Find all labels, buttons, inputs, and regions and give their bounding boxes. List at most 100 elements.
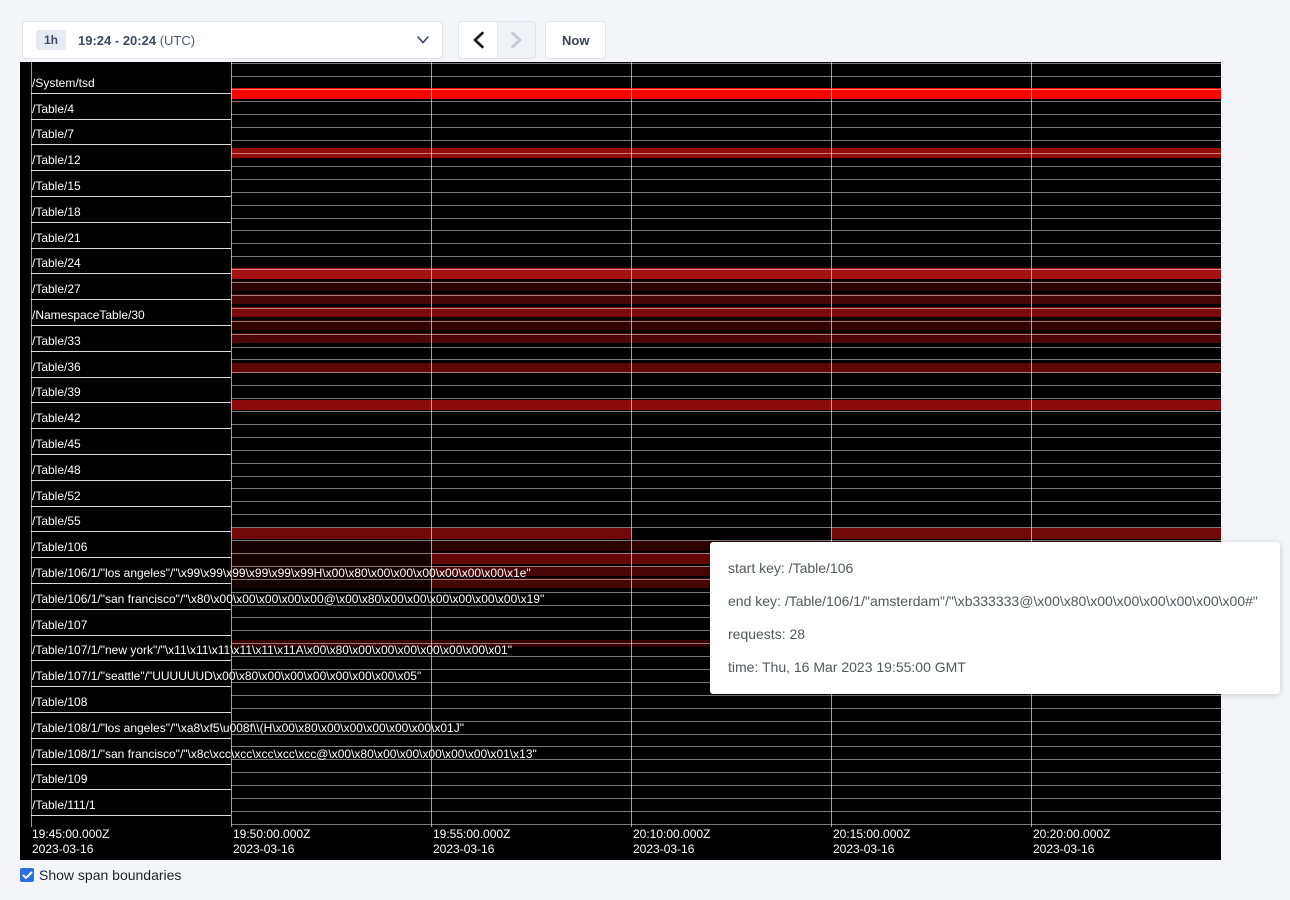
row-label-text: /Table/39 bbox=[31, 386, 81, 402]
row-label: /Table/27 bbox=[31, 273, 231, 300]
row-label-text: /Table/42 bbox=[31, 412, 81, 428]
range-text: 19:24 - 20:24 (UTC) bbox=[78, 33, 195, 48]
row-label: /Table/36 bbox=[31, 351, 231, 378]
bucket-tooltip: start key: /Table/106 end key: /Table/10… bbox=[710, 542, 1280, 694]
span-boundary-line bbox=[231, 385, 1221, 386]
tick-time: 19:55:00.000Z bbox=[433, 827, 510, 842]
row-label-text: /Table/107 bbox=[31, 619, 87, 635]
span-boundary-line bbox=[231, 140, 1221, 141]
span-boundary-line bbox=[231, 824, 1221, 825]
row-label-text: /Table/106/1/"san francisco"/"\x80\x00\x… bbox=[31, 593, 544, 609]
span-boundary-line bbox=[231, 243, 1221, 244]
time-grid-line bbox=[1031, 62, 1032, 827]
tick-date: 2023-03-16 bbox=[32, 842, 109, 857]
now-button[interactable]: Now bbox=[545, 21, 606, 59]
row-label-text: /Table/107/1/"new york"/"\x11\x11\x11\x1… bbox=[31, 644, 512, 660]
tick-time: 20:10:00.000Z bbox=[633, 827, 710, 842]
span-boundary-line bbox=[231, 785, 1221, 786]
tick-date: 2023-03-16 bbox=[633, 842, 710, 857]
time-grid-line bbox=[631, 62, 632, 827]
row-label-text: /Table/108/1/"los angeles"/"\xa8\xf5\u00… bbox=[31, 722, 464, 738]
row-label-text: /Table/18 bbox=[31, 206, 81, 222]
span-boundary-line bbox=[231, 89, 1221, 90]
row-label-text: /Table/107/1/"seattle"/"UUUUUUD\x00\x80\… bbox=[31, 670, 421, 686]
row-label: /Table/24 bbox=[31, 248, 231, 275]
show-span-boundaries-label: Show span boundaries bbox=[39, 867, 181, 883]
x-axis-tick: 20:15:00.000Z2023-03-16 bbox=[833, 827, 910, 857]
row-label: /NamespaceTable/30 bbox=[31, 299, 231, 326]
row-label-text: /Table/55 bbox=[31, 515, 81, 531]
span-boundary-line bbox=[231, 695, 1221, 696]
row-label: /Table/107/1/"seattle"/"UUUUUUD\x00\x80\… bbox=[31, 660, 231, 687]
time-range-dropdown[interactable]: 1h 19:24 - 20:24 (UTC) bbox=[22, 21, 443, 59]
tick-date: 2023-03-16 bbox=[1033, 842, 1110, 857]
heat-band bbox=[231, 400, 1221, 410]
row-label-text: /Table/52 bbox=[31, 490, 81, 506]
row-label: /Table/106/1/"san francisco"/"\x80\x00\x… bbox=[31, 583, 231, 610]
row-label-text: /Table/109 bbox=[31, 773, 87, 789]
chevron-down-icon bbox=[417, 36, 429, 44]
row-label-text: /Table/15 bbox=[31, 180, 81, 196]
span-boundary-line bbox=[231, 76, 1221, 77]
span-boundary-line bbox=[231, 347, 1221, 348]
row-label: /Table/7 bbox=[31, 119, 231, 146]
row-label-text: /Table/108/1/"san francisco"/"\x8c\xcc\x… bbox=[31, 748, 537, 764]
span-boundary-line bbox=[231, 127, 1221, 128]
check-icon bbox=[22, 871, 33, 880]
row-label-text: /Table/12 bbox=[31, 154, 81, 170]
span-boundary-line bbox=[231, 372, 1221, 373]
row-label: /Table/21 bbox=[31, 222, 231, 249]
show-span-boundaries-checkbox[interactable] bbox=[20, 868, 34, 882]
row-label-text: /Table/21 bbox=[31, 232, 81, 248]
next-interval-button[interactable] bbox=[497, 22, 535, 58]
x-axis-tick: 20:10:00.000Z2023-03-16 bbox=[633, 827, 710, 857]
span-boundary-line bbox=[231, 398, 1221, 399]
span-boundary-line bbox=[231, 321, 1221, 322]
row-label: /Table/111/1 bbox=[31, 789, 231, 816]
span-boundary-line bbox=[231, 514, 1221, 515]
span-boundary-line bbox=[231, 153, 1221, 154]
span-boundary-line bbox=[231, 450, 1221, 451]
heat-band bbox=[832, 528, 1221, 539]
tick-date: 2023-03-16 bbox=[433, 842, 510, 857]
time-grid-line bbox=[831, 62, 832, 827]
row-label-text: /Table/24 bbox=[31, 257, 81, 273]
span-boundary-line bbox=[231, 205, 1221, 206]
row-label: /Table/108/1/"san francisco"/"\x8c\xcc\x… bbox=[31, 738, 231, 765]
range-times: 19:24 - 20:24 bbox=[78, 33, 156, 48]
span-boundary-line bbox=[231, 166, 1221, 167]
span-boundary-line bbox=[231, 501, 1221, 502]
x-axis-tick: 20:20:00.000Z2023-03-16 bbox=[1033, 827, 1110, 857]
span-boundary-line bbox=[231, 772, 1221, 773]
row-label-text: /System/tsd bbox=[31, 77, 95, 93]
range-duration-badge: 1h bbox=[36, 30, 66, 50]
span-boundary-line bbox=[231, 218, 1221, 219]
span-boundary-line bbox=[231, 708, 1221, 709]
row-label-text: /NamespaceTable/30 bbox=[31, 309, 145, 325]
row-label-text: /Table/108 bbox=[31, 696, 87, 712]
row-label-text: /Table/7 bbox=[31, 128, 74, 144]
row-label: /System/tsd bbox=[31, 67, 231, 94]
span-boundary-line bbox=[231, 63, 1221, 64]
row-label: /Table/39 bbox=[31, 377, 231, 404]
row-label-text: /Table/48 bbox=[31, 464, 81, 480]
prev-interval-button[interactable] bbox=[459, 22, 497, 58]
time-grid-line bbox=[431, 62, 432, 827]
span-boundary-line bbox=[231, 295, 1221, 296]
row-label-text: /Table/4 bbox=[31, 103, 74, 119]
span-boundary-line bbox=[231, 540, 1221, 541]
row-label: /Table/12 bbox=[31, 144, 231, 171]
tooltip-time: time: Thu, 16 Mar 2023 19:55:00 GMT bbox=[728, 657, 1262, 678]
span-boundary-line bbox=[231, 334, 1221, 335]
span-boundary-line bbox=[231, 192, 1221, 193]
span-boundary-line bbox=[231, 269, 1221, 270]
row-label: /Table/33 bbox=[31, 325, 231, 352]
span-boundary-line bbox=[231, 230, 1221, 231]
span-boundary-line bbox=[231, 179, 1221, 180]
key-visualizer-canvas[interactable]: /System/tsd/Table/4/Table/7/Table/12/Tab… bbox=[20, 62, 1221, 860]
row-label: /Table/4 bbox=[31, 93, 231, 120]
show-span-boundaries-control[interactable]: Show span boundaries bbox=[20, 867, 181, 883]
row-label: /Table/108 bbox=[31, 686, 231, 713]
chevron-left-icon bbox=[472, 31, 485, 49]
span-boundary-line bbox=[231, 282, 1221, 283]
